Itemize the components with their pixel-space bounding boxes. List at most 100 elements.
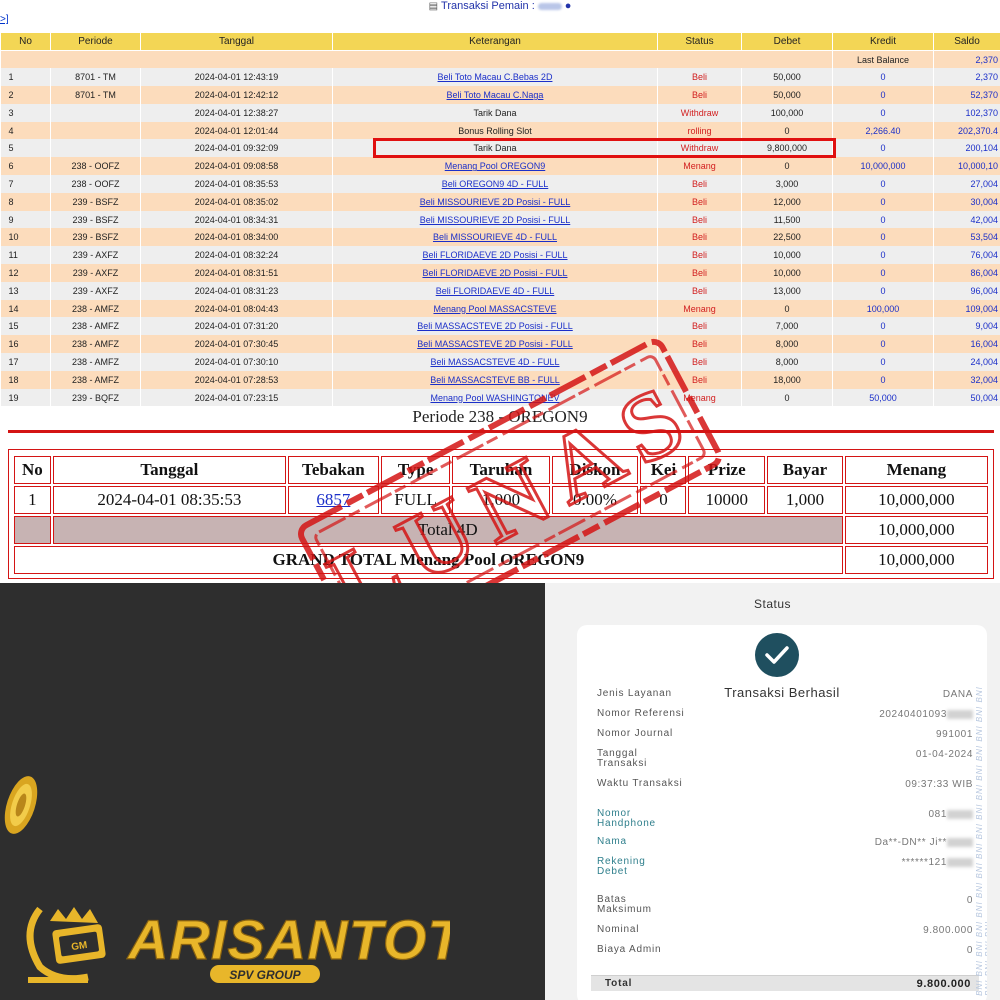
- prize-menang: 10,000,000: [844, 486, 988, 514]
- row-no: 8: [0, 192, 51, 211]
- keterangan-link[interactable]: Menang Pool OREGON9: [445, 161, 546, 171]
- row-keterangan: Menang Pool MASSACSTEVE: [332, 299, 658, 318]
- row-debet: 50,000: [741, 86, 833, 104]
- row-keterangan: Beli OREGON9 4D - FULL: [332, 175, 658, 193]
- row-periode: 238 - OOFZ: [50, 157, 141, 176]
- last-balance-empty: [0, 50, 833, 69]
- row-tanggal: 2024-04-01 09:32:09: [140, 139, 333, 158]
- keterangan-link[interactable]: Beli FLORIDAEVE 2D Posisi - FULL: [422, 250, 567, 260]
- row-saldo: 202,370.4: [933, 121, 1000, 140]
- row-kredit: 0: [832, 210, 934, 229]
- table-row: 5 2024-04-01 09:32:09 Tarik Dana Withdraw 9,…: [0, 139, 1000, 158]
- keterangan-link[interactable]: Beli MASSACSTEVE 4D - FULL: [430, 357, 559, 367]
- row-periode: 8701 - TM: [50, 86, 141, 104]
- keterangan-link[interactable]: Menang Pool MASSACSTEVE: [433, 304, 556, 314]
- receipt-label-nomor-handphone: Nomor Handphone: [597, 808, 656, 829]
- keterangan-link[interactable]: Beli MISSOURIEVE 2D Posisi - FULL: [420, 215, 571, 225]
- table-row: 8 239 - BSFZ 2024-04-01 08:35:02 Beli MISSO…: [0, 192, 1000, 211]
- receipt-value-biaya-admin: 0: [967, 945, 973, 956]
- periode-title: Periode 238 - OREGON9: [412, 407, 588, 426]
- row-status: Beli: [657, 192, 742, 211]
- keterangan-link[interactable]: Beli MASSACSTEVE BB - FULL: [430, 375, 560, 385]
- row-saldo: 32,004: [933, 370, 1000, 389]
- receipt-value-text: 081: [928, 809, 947, 820]
- column-header-debet: Debet: [741, 32, 833, 51]
- row-debet: 22,500: [741, 228, 833, 247]
- keterangan-link[interactable]: Beli MISSOURIEVE 4D - FULL: [433, 232, 557, 242]
- row-periode: [50, 121, 141, 140]
- tebakan-link[interactable]: 6857: [316, 490, 350, 509]
- row-tanggal: 2024-04-01 08:31:23: [140, 281, 333, 300]
- keterangan-link[interactable]: Beli MASSACSTEVE 2D Posisi - FULL: [417, 339, 573, 349]
- total-value: 10,000,000: [844, 516, 988, 544]
- keterangan-link[interactable]: Beli OREGON9 4D - FULL: [442, 179, 549, 189]
- row-tanggal: 2024-04-01 08:35:53: [140, 175, 333, 193]
- row-tanggal: 2024-04-01 08:34:00: [140, 228, 333, 247]
- keterangan-link[interactable]: Beli FLORIDAEVE 4D - FULL: [436, 286, 555, 296]
- column-header-kredit: Kredit: [832, 32, 934, 51]
- receipt-total-label: Total: [605, 978, 633, 989]
- row-keterangan: Tarik Dana: [332, 139, 658, 158]
- row-kredit: 0: [832, 175, 934, 193]
- row-debet: 0: [741, 157, 833, 176]
- row-periode: 238 - AMFZ: [50, 370, 141, 389]
- row-saldo: 2,370: [933, 68, 1000, 87]
- row-status: Beli: [657, 86, 742, 104]
- keterangan-link[interactable]: Beli Toto Macau C.Bebas 2D: [438, 72, 553, 82]
- row-status: Menang: [657, 299, 742, 318]
- row-periode: 8701 - TM: [50, 68, 141, 87]
- prize-header-prize: Prize: [688, 456, 766, 484]
- prize-tebakan: 6857: [287, 486, 379, 514]
- row-keterangan: Beli MASSACSTEVE BB - FULL: [332, 370, 658, 389]
- row-status: Menang: [657, 157, 742, 176]
- row-periode: 239 - BSFZ: [50, 192, 141, 211]
- row-kredit: 0: [832, 281, 934, 300]
- receipt-value-nominal: 9.800.000: [923, 925, 973, 936]
- last-balance-value: 2,370: [933, 50, 1000, 69]
- player-label: Pemain :: [491, 0, 535, 12]
- row-no: 12: [0, 264, 51, 282]
- keterangan-link[interactable]: Beli FLORIDAEVE 2D Posisi - FULL: [422, 268, 567, 278]
- receipt-value-text: ******121: [901, 857, 947, 868]
- table-row: 3 2024-04-01 12:38:27 Tarik Dana Withdraw 10…: [0, 103, 1000, 122]
- receipt-value-text: 01-04-2024: [915, 749, 973, 760]
- row-kredit: 50,000: [832, 388, 934, 407]
- row-keterangan: Menang Pool WASHINGTONEV: [332, 388, 658, 407]
- prize-header-type: Type: [380, 456, 451, 484]
- info-icon: ●: [564, 0, 572, 12]
- keterangan-link[interactable]: Beli MASSACSTEVE 2D Posisi - FULL: [417, 321, 573, 331]
- row-no: 1: [0, 68, 51, 87]
- receipt-value-tanggal-transaksi: 01-04-2024: [916, 749, 973, 760]
- row-saldo: 109,004: [933, 299, 1000, 318]
- receipt-label-nomor-referensi: Nomor Referensi: [597, 708, 685, 719]
- row-keterangan: Menang Pool OREGON9: [332, 157, 658, 176]
- row-periode: 238 - AMFZ: [50, 335, 141, 354]
- transaction-table-wrap: No Periode Tanggal Keterangan Status Debet Kre…: [0, 32, 1000, 407]
- row-no: 10: [0, 228, 51, 247]
- receipt-total-bar: Total 9.800.000: [591, 975, 979, 991]
- prize-type: FULL: [380, 486, 451, 514]
- row-periode: 239 - BSFZ: [50, 210, 141, 229]
- keterangan-link[interactable]: Beli MISSOURIEVE 2D Posisi - FULL: [420, 197, 571, 207]
- table-row: 11 239 - AXFZ 2024-04-01 08:32:24 Beli FLOR…: [0, 246, 1000, 265]
- grand-total-row: GRAND TOTAL Menang Pool OREGON9 10,000,0…: [14, 546, 988, 574]
- table-row: 10 239 - BSFZ 2024-04-01 08:34:00 Beli MISS…: [0, 228, 1000, 247]
- row-saldo: 9,004: [933, 317, 1000, 336]
- row-tanggal: 2024-04-01 07:28:53: [140, 370, 333, 389]
- row-status: Withdraw: [657, 139, 742, 158]
- table-row: 6 238 - OOFZ 2024-04-01 09:08:58 Menang Poo…: [0, 157, 1000, 176]
- column-header-keterangan: Keterangan: [332, 32, 658, 51]
- back-link[interactable]: >]: [0, 14, 9, 25]
- row-periode: 238 - AMFZ: [50, 317, 141, 336]
- row-periode: 239 - BSFZ: [50, 228, 141, 247]
- row-tanggal: 2024-04-01 12:38:27: [140, 103, 333, 122]
- row-no: 9: [0, 210, 51, 229]
- keterangan-link[interactable]: Beli Toto Macau C.Naga: [447, 90, 544, 100]
- column-header-periode: Periode: [50, 32, 141, 51]
- keterangan-link[interactable]: Menang Pool WASHINGTONEV: [430, 393, 559, 403]
- row-no: 16: [0, 335, 51, 354]
- redacted-blur: [947, 809, 973, 819]
- row-periode: 238 - AMFZ: [50, 353, 141, 371]
- row-kredit: 0: [832, 317, 934, 336]
- logo-text: ARISANTOTO: [126, 908, 450, 971]
